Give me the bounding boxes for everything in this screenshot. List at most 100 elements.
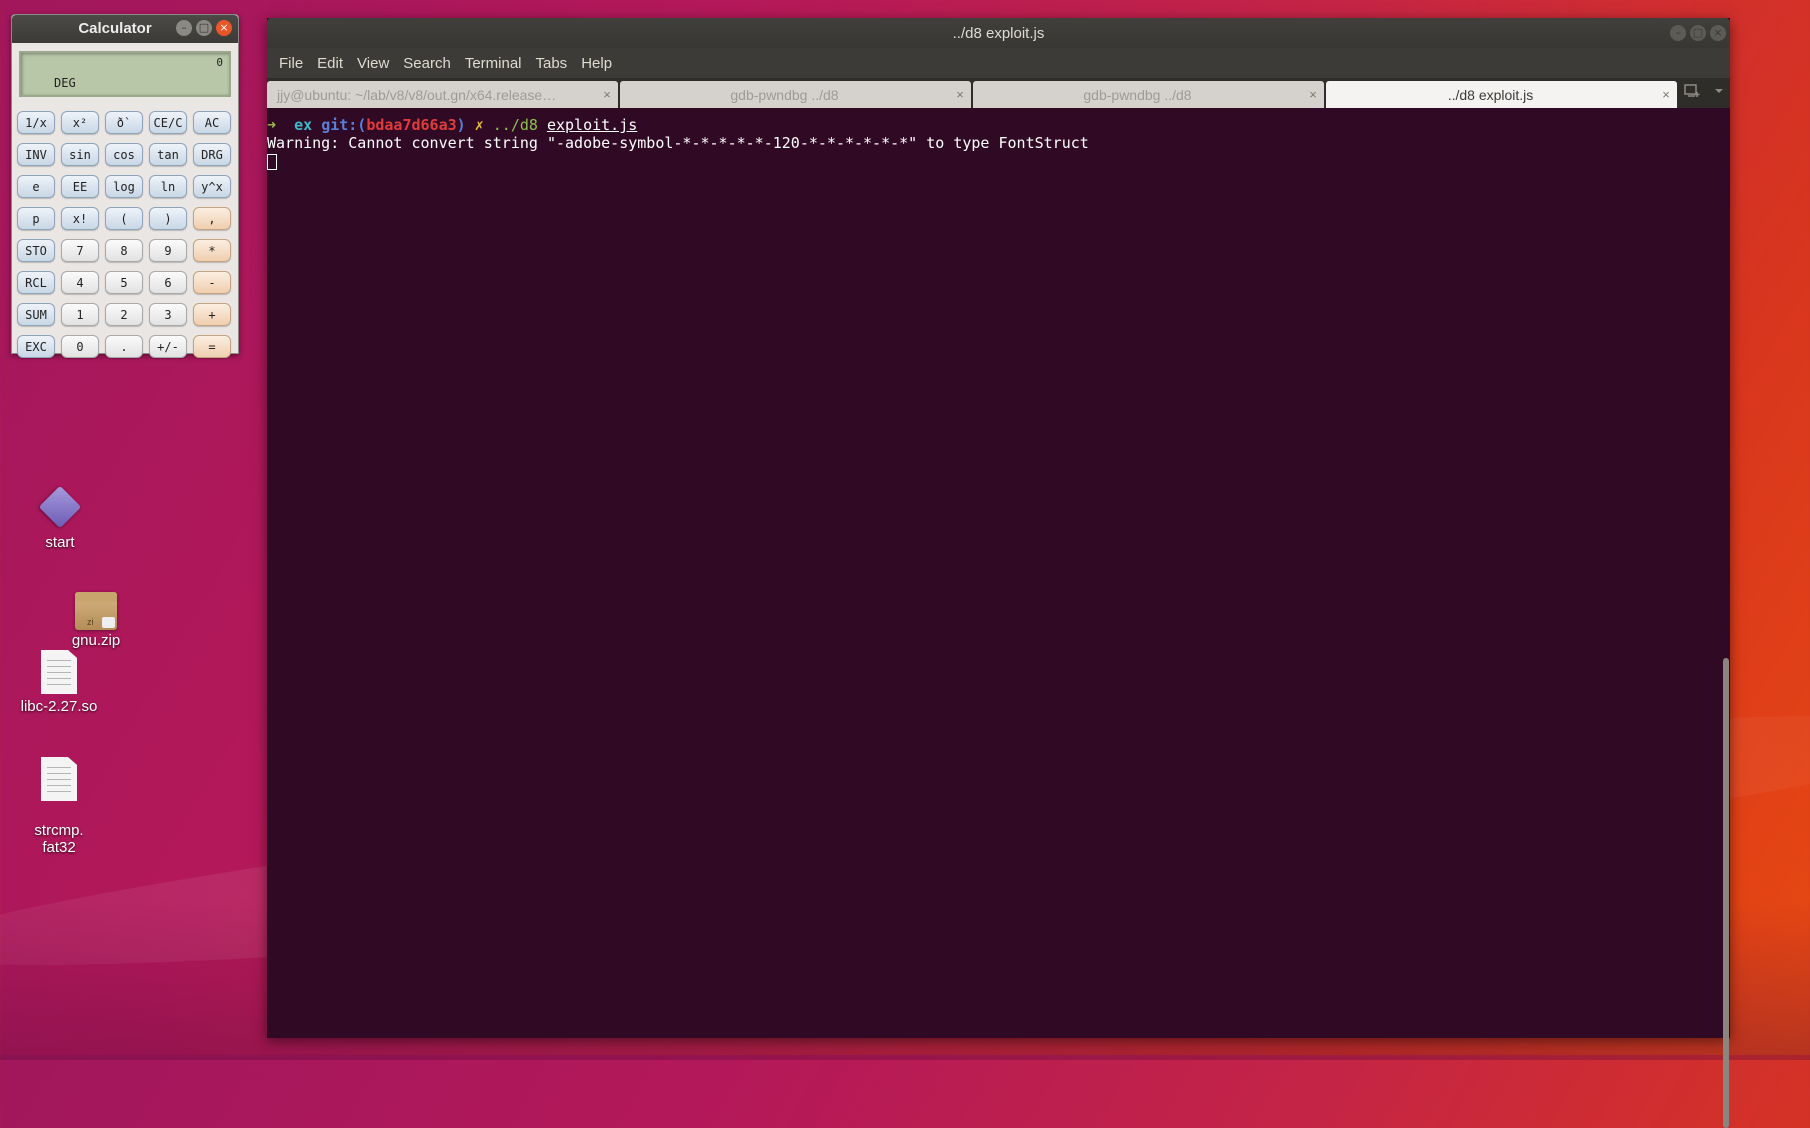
close-button[interactable]: × xyxy=(216,20,232,36)
calculator-keypad: 1/x x² ð` CE/C AC INV sin cos tan DRG e EE log ln y^x p… xyxy=(17,111,233,358)
output-line: Warning: Cannot convert string "-adobe-s… xyxy=(267,134,1089,152)
git-label-close: ) xyxy=(456,116,466,134)
menu-file[interactable]: File xyxy=(272,55,310,72)
prompt-directory: ex xyxy=(294,116,313,134)
scrollbar[interactable] xyxy=(1722,108,1730,1128)
calc-key[interactable]: 4 xyxy=(61,271,99,294)
calc-key[interactable]: DRG xyxy=(193,143,231,166)
calculator-titlebar[interactable]: Calculator – □ × xyxy=(12,15,238,43)
tab-gdb-1[interactable]: gdb-pwndbg ../d8 × xyxy=(620,81,971,108)
calc-key[interactable]: 2 xyxy=(105,303,143,326)
terminal-window: ../d8 exploit.js – □ × File Edit View Se… xyxy=(267,18,1730,1128)
tab-shell[interactable]: jjy@ubuntu: ~/lab/v8/v8/out.gn/x64.relea… xyxy=(267,81,618,108)
calc-key[interactable]: +/- xyxy=(149,335,187,358)
display-value: 0 xyxy=(216,56,223,69)
calc-key[interactable]: ð` xyxy=(105,111,143,134)
calc-key[interactable]: 0 xyxy=(61,335,99,358)
tab-close-icon[interactable]: × xyxy=(1655,87,1677,102)
calc-key[interactable]: = xyxy=(193,335,231,358)
calc-key[interactable]: 1 xyxy=(61,303,99,326)
calc-key[interactable]: 6 xyxy=(149,271,187,294)
calc-key[interactable]: ln xyxy=(149,175,187,198)
calc-key[interactable]: sin xyxy=(61,143,99,166)
tab-close-icon[interactable]: × xyxy=(596,87,618,102)
menu-terminal[interactable]: Terminal xyxy=(458,55,529,72)
tab-menu-icon[interactable] xyxy=(1714,84,1724,102)
executable-diamond-icon xyxy=(38,485,82,529)
tab-label: ../d8 exploit.js xyxy=(1447,86,1534,103)
desktop-icon-label: strcmp. fat32 xyxy=(34,822,84,856)
minimize-button[interactable]: – xyxy=(1670,25,1686,41)
calc-key[interactable]: 8 xyxy=(105,239,143,262)
calc-key[interactable]: - xyxy=(193,271,231,294)
calculator-title: Calculator xyxy=(78,20,152,37)
menu-help[interactable]: Help xyxy=(574,55,619,72)
new-tab-icon[interactable] xyxy=(1684,84,1700,102)
calc-key[interactable]: EXC xyxy=(17,335,55,358)
calc-key[interactable]: , xyxy=(193,207,231,230)
calc-key[interactable]: ) xyxy=(149,207,187,230)
desktop-icon-label: start xyxy=(45,534,75,551)
calc-key[interactable]: EE xyxy=(61,175,99,198)
text-file-icon xyxy=(41,757,77,801)
calc-key[interactable]: e xyxy=(17,175,55,198)
calc-key[interactable]: 1/x xyxy=(17,111,55,134)
command-argument: exploit.js xyxy=(546,116,638,134)
tab-bar: jjy@ubuntu: ~/lab/v8/v8/out.gn/x64.relea… xyxy=(267,78,1730,108)
calc-key[interactable]: + xyxy=(193,303,231,326)
lock-icon xyxy=(102,617,115,628)
calc-key[interactable]: y^x xyxy=(193,175,231,198)
desktop-icon-strcmp[interactable]: strcmp. fat32 xyxy=(14,740,104,873)
desktop-icon-start[interactable]: start xyxy=(20,484,100,551)
calc-key[interactable]: p xyxy=(17,207,55,230)
tab-label: gdb-pwndbg ../d8 xyxy=(730,86,839,103)
calc-key[interactable]: 7 xyxy=(61,239,99,262)
calc-key[interactable]: 9 xyxy=(149,239,187,262)
dirty-mark-icon: ✗ xyxy=(474,116,484,134)
calc-key[interactable]: log xyxy=(105,175,143,198)
calc-key[interactable]: RCL xyxy=(17,271,55,294)
calc-key[interactable]: INV xyxy=(17,143,55,166)
calc-key[interactable]: * xyxy=(193,239,231,262)
tab-close-icon[interactable]: × xyxy=(949,87,971,102)
terminal-output[interactable]: ➜ ex git:(bdaa7d66a3) ✗ ../d8 exploit.js… xyxy=(267,108,1722,1038)
calculator-window: Calculator – □ × 0 DEG 1/x x² ð` CE/C AC INV s… xyxy=(11,14,239,358)
minimize-button[interactable]: – xyxy=(176,20,192,36)
calc-key[interactable]: STO xyxy=(17,239,55,262)
calc-key[interactable]: x² xyxy=(61,111,99,134)
calc-key[interactable]: cos xyxy=(105,143,143,166)
git-hash: bdaa7d66a3 xyxy=(366,116,457,134)
menu-view[interactable]: View xyxy=(350,55,396,72)
git-label: git:( xyxy=(321,116,367,134)
calculator-display: 0 DEG xyxy=(19,51,231,97)
scrollbar-thumb[interactable] xyxy=(1723,658,1729,1128)
prompt-line: ➜ ex git:(bdaa7d66a3) ✗ ../d8 exploit.js xyxy=(267,116,1722,134)
calc-key[interactable]: 5 xyxy=(105,271,143,294)
calc-key[interactable]: . xyxy=(105,335,143,358)
tab-close-icon[interactable]: × xyxy=(1302,87,1324,102)
calc-key[interactable]: AC xyxy=(193,111,231,134)
tab-gdb-2[interactable]: gdb-pwndbg ../d8 × xyxy=(973,81,1324,108)
tab-exploit[interactable]: ../d8 exploit.js × xyxy=(1326,81,1677,108)
menu-tabs[interactable]: Tabs xyxy=(529,55,575,72)
calc-key[interactable]: SUM xyxy=(17,303,55,326)
calc-key[interactable]: x! xyxy=(61,207,99,230)
tab-label: jjy@ubuntu: ~/lab/v8/v8/out.gn/x64.relea… xyxy=(277,86,557,103)
menu-search[interactable]: Search xyxy=(396,55,458,72)
terminal-titlebar[interactable]: ../d8 exploit.js – □ × xyxy=(267,18,1730,48)
terminal-title: ../d8 exploit.js xyxy=(952,25,1045,42)
desktop-icon-label: gnu.zip xyxy=(71,632,121,649)
prompt-arrow-icon: ➜ xyxy=(267,116,277,134)
close-button[interactable]: × xyxy=(1710,25,1726,41)
desktop-icon-libc[interactable]: libc-2.27.so xyxy=(14,650,104,715)
calc-key[interactable]: tan xyxy=(149,143,187,166)
calc-key[interactable]: 3 xyxy=(149,303,187,326)
desktop-icon-gnu-zip[interactable]: zi gnu.zip xyxy=(56,592,136,649)
maximize-button[interactable]: □ xyxy=(1690,25,1706,41)
calc-key[interactable]: ( xyxy=(105,207,143,230)
tab-label: gdb-pwndbg ../d8 xyxy=(1083,86,1192,103)
menu-edit[interactable]: Edit xyxy=(310,55,350,72)
angle-mode: DEG xyxy=(54,76,76,90)
maximize-button[interactable]: □ xyxy=(196,20,212,36)
calc-key[interactable]: CE/C xyxy=(149,111,187,134)
